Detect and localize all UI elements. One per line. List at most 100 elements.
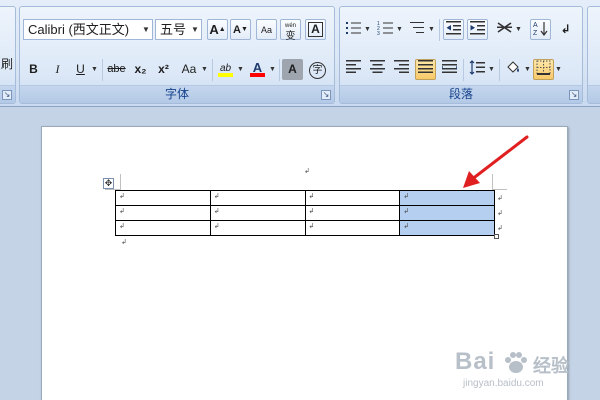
asian-layout-button[interactable] [494, 19, 515, 40]
font-color-button[interactable]: A [247, 59, 268, 80]
phonetic-guide-button[interactable]: wén 变 [280, 19, 301, 42]
justify-button[interactable] [415, 59, 436, 80]
table-cell[interactable]: ↲ [209, 205, 306, 221]
distributed-button[interactable] [439, 59, 460, 80]
highlight-dropdown-icon[interactable]: ▼ [236, 59, 245, 80]
align-center-button[interactable] [367, 59, 388, 80]
align-left-button[interactable] [343, 59, 364, 80]
asian-layout-icon [497, 22, 512, 33]
outdent-icon [446, 21, 461, 35]
paragraph-mark: ↲ [121, 239, 127, 246]
table-row: ↲ ↲ ↲ ↲ [115, 190, 495, 206]
bullets-button[interactable] [343, 19, 364, 40]
paw-logo-icon [505, 352, 527, 373]
table-cell[interactable]: ↲ [115, 190, 211, 206]
numbered-list-icon: 1 2 3 [377, 21, 393, 37]
line-spacing-dropdown-icon[interactable]: ▼ [487, 59, 496, 80]
borders-button[interactable] [533, 59, 554, 80]
clear-formatting-button[interactable]: Aa [256, 19, 277, 40]
table-cell[interactable]: ↲ [209, 220, 306, 236]
table-cell[interactable]: ↲ [304, 205, 401, 221]
multilevel-list-button[interactable] [407, 19, 428, 40]
sort-button[interactable]: A Z [530, 19, 551, 40]
paragraph-dialog-launcher-icon[interactable]: ↘ [569, 90, 579, 100]
font-group: Calibri (西文正文) ▼ 五号 ▼ A▲ A▼ Aa wén 变 A B… [19, 6, 335, 104]
annotation-arrow-icon [463, 135, 529, 188]
superscript-button[interactable]: x² [153, 59, 174, 80]
table-cell[interactable]: ↲ [115, 205, 211, 221]
chevron-down-icon[interactable]: ▼ [140, 20, 152, 39]
font-size-combo[interactable]: 五号 ▼ [155, 19, 202, 40]
table-move-handle[interactable]: ✥ [103, 178, 114, 189]
asian-layout-dropdown-icon[interactable]: ▼ [514, 19, 523, 40]
table-cell[interactable]: ↲ [304, 220, 401, 236]
svg-text:A: A [533, 22, 538, 29]
table-cell-selected[interactable]: ↲ [399, 205, 495, 221]
sort-az-icon: A Z [533, 22, 548, 37]
increase-indent-button[interactable] [467, 19, 488, 40]
format-painter-label[interactable]: 刷 [1, 55, 13, 72]
pilcrow-icon: ↲ [560, 22, 571, 36]
show-paragraph-marks-button[interactable]: ↲ [555, 19, 576, 40]
styles-group-stub [587, 6, 600, 104]
watermark-brand: Bai [455, 348, 496, 375]
clipboard-group-stub: 刷 ↘ [0, 6, 16, 104]
font-size-value: 五号 [160, 22, 187, 37]
clipboard-launcher-icon[interactable]: ↘ [2, 90, 12, 100]
ribbon: 刷 ↘ Calibri (西文正文) ▼ 五号 ▼ A▲ A▼ Aa wén 变… [0, 0, 600, 107]
distributed-icon [441, 60, 458, 73]
paragraph-group: ▼ 1 2 3 ▼ ▼ ▼ A Z ↲ ▼ ▼ ▼ 段落 ↘ [339, 6, 583, 104]
grow-font-button[interactable]: A▲ [207, 19, 228, 40]
line-spacing-button[interactable] [467, 59, 488, 80]
align-right-icon [394, 60, 409, 73]
enclose-characters-button[interactable]: 字 [307, 59, 328, 80]
font-color-dropdown-icon[interactable]: ▼ [268, 59, 277, 80]
align-left-icon [346, 60, 361, 73]
eraser-icon: Aa [260, 25, 272, 35]
row-end-mark: ↲ [497, 210, 503, 217]
borders-dropdown-icon[interactable]: ▼ [554, 59, 563, 80]
character-shading-button[interactable]: A [282, 59, 303, 80]
justify-icon [418, 60, 433, 73]
highlight-button[interactable]: ab [215, 59, 236, 80]
shrink-font-button[interactable]: A▼ [230, 19, 251, 40]
move-arrows-icon: ✥ [104, 178, 113, 188]
change-case-dropdown-icon[interactable]: ▼ [200, 59, 209, 80]
font-dialog-launcher-icon[interactable]: ↘ [321, 90, 331, 100]
align-right-button[interactable] [391, 59, 412, 80]
paragraph-group-title: 段落 [340, 85, 582, 103]
font-name-combo[interactable]: Calibri (西文正文) ▼ [23, 19, 153, 40]
underline-button[interactable]: U [70, 59, 91, 80]
font-group-title: 字体 [20, 85, 334, 103]
svg-text:Z: Z [533, 30, 538, 37]
shading-dropdown-icon[interactable]: ▼ [523, 59, 532, 80]
character-border-button[interactable]: A [305, 19, 326, 40]
numbering-dropdown-icon[interactable]: ▼ [395, 19, 404, 40]
paragraph-mark: ↲ [304, 168, 310, 175]
row-end-mark: ↲ [497, 195, 503, 202]
italic-button[interactable]: I [47, 59, 68, 80]
table-row: ↲ ↲ ↲ ↲ [115, 220, 495, 236]
underline-dropdown-icon[interactable]: ▼ [90, 59, 99, 80]
margin-corner-mark [120, 174, 121, 190]
subscript-button[interactable]: x₂ [130, 59, 151, 80]
change-case-button[interactable]: Aa [177, 59, 201, 80]
table-cell[interactable]: ↲ [115, 220, 211, 236]
strikethrough-button[interactable]: abe [106, 59, 127, 80]
document-table[interactable]: ↲ ↲ ↲ ↲ ↲ ↲ ↲ ↲ ↲ ↲ ↲ ↲ [115, 190, 495, 236]
bold-button[interactable]: B [23, 59, 44, 80]
bullets-dropdown-icon[interactable]: ▼ [363, 19, 372, 40]
multilevel-dropdown-icon[interactable]: ▼ [427, 19, 436, 40]
shading-button[interactable] [503, 59, 524, 80]
decrease-indent-button[interactable] [443, 19, 464, 40]
line-spacing-icon [469, 60, 485, 75]
numbering-button[interactable]: 1 2 3 [375, 19, 396, 40]
chevron-down-icon[interactable]: ▼ [189, 20, 201, 39]
table-borders-icon [536, 60, 551, 75]
table-cell-selected[interactable]: ↲ [399, 220, 495, 236]
table-cell[interactable]: ↲ [304, 190, 401, 206]
align-center-icon [370, 60, 385, 73]
table-cell[interactable]: ↲ [209, 190, 306, 206]
table-resize-handle[interactable] [494, 234, 499, 239]
row-end-mark: ↲ [497, 225, 503, 232]
